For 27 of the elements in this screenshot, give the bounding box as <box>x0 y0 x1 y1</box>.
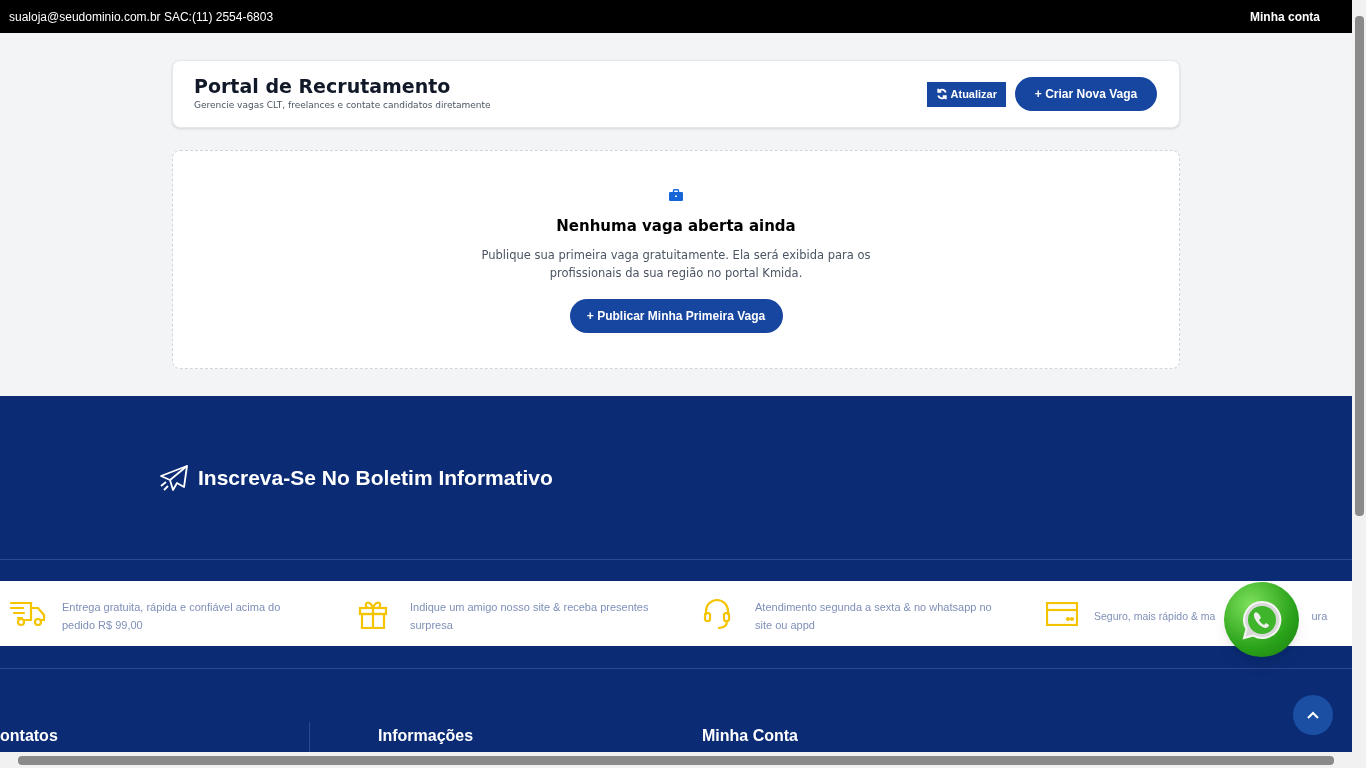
contact-info: sualoja@seudominio.com.br SAC:(11) 2554-6803 <box>9 8 274 26</box>
account-link[interactable]: Minha conta <box>1250 7 1320 26</box>
headset-icon <box>703 597 731 630</box>
publish-job-button[interactable]: + Publicar Minha Primeira Vaga <box>569 298 783 333</box>
truck-icon <box>10 600 46 627</box>
footer-column-title: ontatos <box>0 726 58 746</box>
empty-state-message: Publique sua primeira vaga gratuitamente. Ela será exibida para os profissionais da sua região no portal Kmida. <box>480 246 872 282</box>
page-subtitle: Gerencie vagas CLT, freelances e contate candidatos diretamente <box>194 99 491 113</box>
feature-text: Indique um amigo nosso site & receba presentes surpresa <box>410 599 650 633</box>
vertical-scrollbar[interactable] <box>1352 0 1366 752</box>
empty-state-title: Nenhuma vaga aberta ainda <box>556 216 796 237</box>
newsletter-title: Inscreva-Se No Boletim Informativo <box>198 464 553 491</box>
page-title: Portal de Recrutamento <box>194 75 452 100</box>
paper-plane-icon <box>159 463 189 492</box>
horizontal-scrollbar[interactable] <box>0 752 1366 768</box>
refresh-icon <box>935 88 948 100</box>
feature-text: Atendimento segunda a sexta & no whatsapp no site ou appd <box>755 599 993 633</box>
feature-text: Entrega gratuita, rápida e confiável acima do pedido R$ 99,00 <box>62 599 282 633</box>
refresh-button[interactable]: Atualizar <box>926 81 1006 107</box>
chevron-up-icon <box>1307 711 1319 719</box>
footer-column-title: Informações <box>378 726 474 746</box>
credit-card-icon <box>1046 601 1078 626</box>
feature-text: Seguro, mais rápido & ma <box>1094 608 1216 624</box>
feature-text: ura <box>1311 608 1328 624</box>
footer-column-title: Minha Conta <box>702 726 798 746</box>
create-job-button[interactable]: + Criar Nova Vaga <box>1015 77 1157 111</box>
briefcase-icon <box>669 189 683 201</box>
